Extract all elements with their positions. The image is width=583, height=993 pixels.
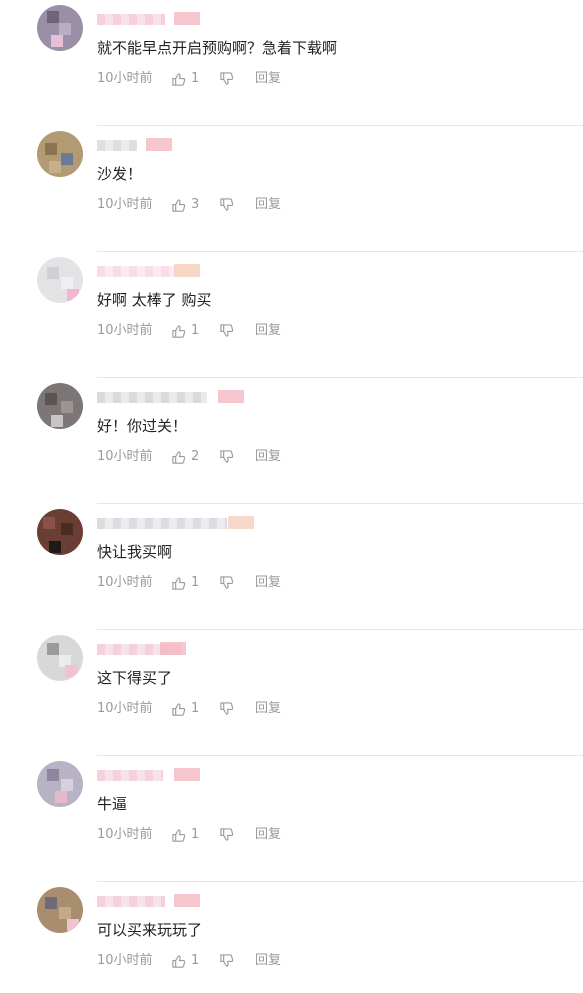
like-count: 1 [191, 827, 200, 842]
dislike-button[interactable] [219, 953, 234, 974]
username[interactable] [97, 770, 163, 781]
reply-button[interactable]: 回复 [255, 448, 281, 466]
like-count: 1 [191, 953, 200, 968]
avatar[interactable] [37, 761, 83, 807]
dislike-button[interactable] [219, 71, 234, 92]
reply-button[interactable]: 回复 [255, 70, 281, 88]
comment-item: 可以买来玩玩了 10小时前 1 回复 [0, 882, 583, 993]
comment-text: 就不能早点开启预购啊？急着下载啊 [97, 39, 338, 57]
dislike-button[interactable] [219, 575, 234, 596]
like-button[interactable]: 1 [171, 70, 199, 88]
like-button[interactable]: 1 [171, 700, 199, 718]
reply-button[interactable]: 回复 [255, 952, 281, 970]
like-count: 1 [191, 323, 200, 338]
reply-button[interactable]: 回复 [255, 700, 281, 718]
like-button[interactable]: 1 [171, 952, 199, 970]
avatar[interactable] [37, 383, 83, 429]
reply-button[interactable]: 回复 [255, 574, 281, 592]
username[interactable] [97, 896, 165, 907]
thumbs-down-icon [220, 198, 234, 211]
user-badge [174, 894, 200, 907]
comment-text: 牛逼 [97, 795, 128, 813]
avatar[interactable] [37, 257, 83, 303]
comment-text: 可以买来玩玩了 [97, 921, 203, 939]
comment-item: 好啊 太棒了 购买 10小时前 1 回复 [0, 252, 583, 378]
comment-time: 10小时前 [97, 575, 153, 590]
comment-text: 沙发！ [97, 165, 143, 183]
thumbs-down-icon [220, 72, 234, 85]
dislike-button[interactable] [219, 323, 234, 344]
reply-button[interactable]: 回复 [255, 826, 281, 844]
user-badge [174, 264, 200, 277]
like-button[interactable]: 2 [171, 448, 199, 466]
avatar[interactable] [37, 635, 83, 681]
thumbs-up-icon [172, 828, 186, 842]
comment-time: 10小时前 [97, 71, 153, 86]
comment-time: 10小时前 [97, 953, 153, 968]
comment-time: 10小时前 [97, 197, 153, 212]
username[interactable] [97, 392, 207, 403]
like-count: 3 [191, 197, 200, 212]
user-badge [228, 516, 254, 529]
dislike-button[interactable] [219, 197, 234, 218]
comment-time: 10小时前 [97, 827, 153, 842]
thumbs-up-icon [172, 324, 186, 338]
comment-time: 10小时前 [97, 449, 153, 464]
thumbs-down-icon [220, 954, 234, 967]
comment-text: 好啊 太棒了 购买 [97, 291, 212, 309]
username[interactable] [97, 14, 165, 25]
like-count: 1 [191, 575, 200, 590]
thumbs-down-icon [220, 450, 234, 463]
comment-text: 这下得买了 [97, 669, 173, 687]
avatar[interactable] [37, 509, 83, 555]
thumbs-down-icon [220, 324, 234, 337]
comment-time: 10小时前 [97, 701, 153, 716]
like-button[interactable]: 1 [171, 322, 199, 340]
user-badge [174, 768, 200, 781]
user-badge [218, 390, 244, 403]
thumbs-up-icon [172, 72, 186, 86]
dislike-button[interactable] [219, 701, 234, 722]
comment-item: 这下得买了 10小时前 1 回复 [0, 630, 583, 756]
reply-button[interactable]: 回复 [255, 196, 281, 214]
comment-item: 就不能早点开启预购啊？急着下载啊 10小时前 1 回复 [0, 0, 583, 126]
thumbs-down-icon [220, 828, 234, 841]
thumbs-up-icon [172, 198, 186, 212]
like-count: 1 [191, 701, 200, 716]
thumbs-up-icon [172, 450, 186, 464]
comment-item: 沙发！ 10小时前 3 回复 [0, 126, 583, 252]
avatar[interactable] [37, 131, 83, 177]
dislike-button[interactable] [219, 827, 234, 848]
username[interactable] [97, 266, 175, 277]
comment-text: 快让我买啊 [97, 543, 173, 561]
dislike-button[interactable] [219, 449, 234, 470]
user-badge [146, 138, 172, 151]
like-button[interactable]: 3 [171, 196, 199, 214]
like-button[interactable]: 1 [171, 574, 199, 592]
comment-item: 快让我买啊 10小时前 1 回复 [0, 504, 583, 630]
user-badge [160, 642, 186, 655]
thumbs-up-icon [172, 576, 186, 590]
like-count: 2 [191, 449, 200, 464]
comment-time: 10小时前 [97, 323, 153, 338]
like-button[interactable]: 1 [171, 826, 199, 844]
comment-item: 牛逼 10小时前 1 回复 [0, 756, 583, 882]
thumbs-down-icon [220, 576, 234, 589]
avatar[interactable] [37, 5, 83, 51]
reply-button[interactable]: 回复 [255, 322, 281, 340]
like-count: 1 [191, 71, 200, 86]
thumbs-up-icon [172, 954, 186, 968]
username[interactable] [97, 518, 227, 529]
comment-text: 好！你过关！ [97, 417, 188, 435]
thumbs-up-icon [172, 702, 186, 716]
username[interactable] [97, 140, 137, 151]
avatar[interactable] [37, 887, 83, 933]
thumbs-down-icon [220, 702, 234, 715]
comment-list: 就不能早点开启预购啊？急着下载啊 10小时前 1 回复 沙发！ 10小时前 3 … [0, 0, 583, 993]
comment-item: 好！你过关！ 10小时前 2 回复 [0, 378, 583, 504]
user-badge [174, 12, 200, 25]
